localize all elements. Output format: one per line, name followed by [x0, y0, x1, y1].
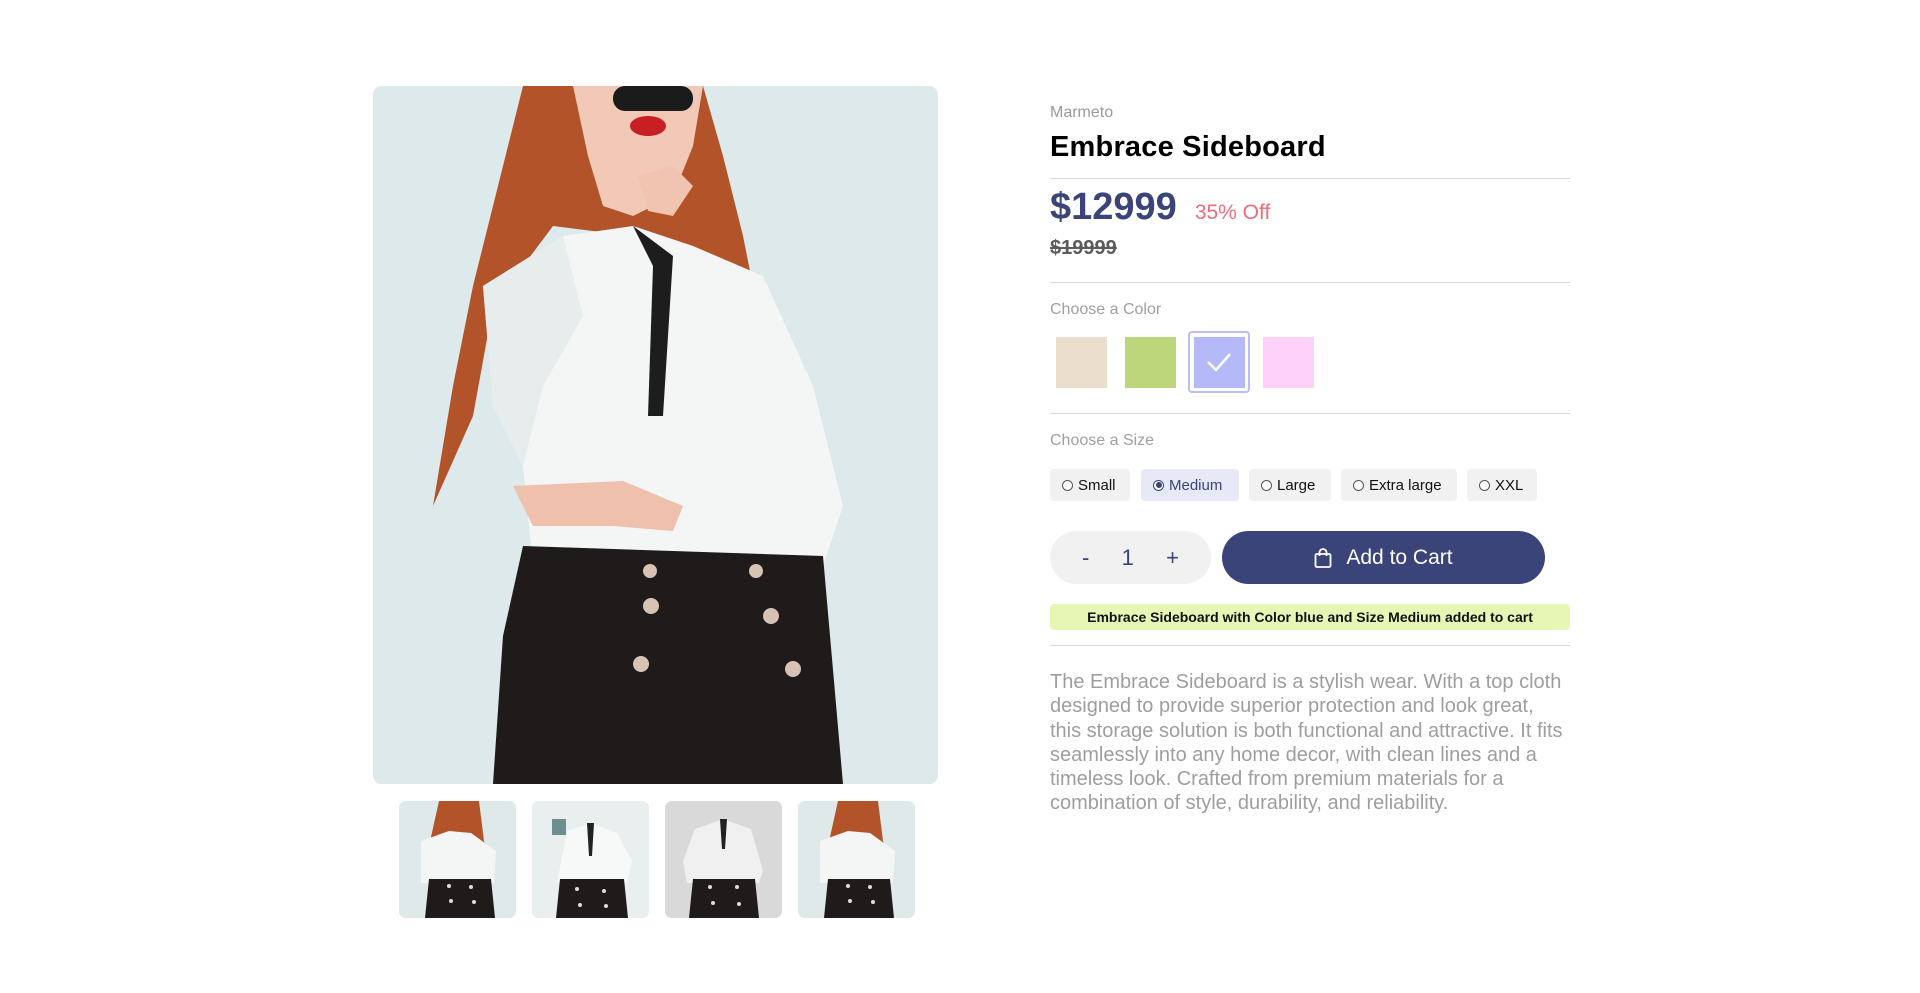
thumbnail-4[interactable]: [798, 801, 915, 918]
size-option-label: Extra large: [1369, 476, 1442, 494]
divider: [1050, 645, 1570, 646]
discount-badge: 35% Off: [1194, 201, 1271, 224]
color-swatch-beige[interactable]: [1050, 331, 1112, 393]
radio-button[interactable]: [1479, 479, 1490, 491]
size-option-label: Small: [1078, 476, 1116, 494]
size-option-label: Medium: [1169, 476, 1223, 494]
checkmark-icon: [1207, 353, 1231, 372]
radio-button[interactable]: [1062, 479, 1073, 491]
increase-quantity-button[interactable]: +: [1156, 545, 1189, 571]
size-option-extra-large[interactable]: Extra large: [1341, 469, 1457, 501]
size-option-label: Large: [1277, 476, 1316, 494]
color-swatch-pink[interactable]: [1257, 331, 1319, 393]
color-swatch-blue[interactable]: [1188, 331, 1250, 393]
divider: [1050, 413, 1570, 414]
radio-button[interactable]: [1153, 479, 1164, 491]
shopping-bag-icon: [1314, 547, 1332, 568]
divider: [1050, 178, 1570, 179]
radio-button[interactable]: [1261, 479, 1272, 491]
price-row: $12999 35% Off: [1050, 186, 1270, 229]
decrease-quantity-button[interactable]: -: [1072, 545, 1099, 571]
add-to-cart-button[interactable]: Add to Cart: [1222, 531, 1545, 584]
product-main-image: [373, 86, 938, 784]
color-swatch-green[interactable]: [1119, 331, 1181, 393]
size-option-label: XXL: [1495, 476, 1524, 494]
divider: [1050, 282, 1570, 283]
product-description: The Embrace Sideboard is a stylish wear.…: [1050, 671, 1563, 815]
sale-price: $12999: [1050, 186, 1177, 228]
product-title: Embrace Sideboard: [1050, 131, 1326, 163]
cart-notification: Embrace Sideboard with Color blue and Si…: [1050, 604, 1570, 630]
size-option-xxl[interactable]: XXL: [1467, 469, 1537, 501]
thumbnail-strip: [399, 801, 915, 918]
compare-at-price: $19999: [1050, 237, 1117, 259]
radio-button[interactable]: [1353, 479, 1364, 491]
thumbnail-2[interactable]: [532, 801, 649, 918]
quantity-value: 1: [1121, 544, 1134, 570]
color-label: Choose a Color: [1050, 301, 1162, 318]
size-option-small[interactable]: Small: [1050, 469, 1130, 501]
thumbnail-3[interactable]: [665, 801, 782, 918]
add-to-cart-label: Add to Cart: [1346, 545, 1453, 569]
size-option-large[interactable]: Large: [1249, 469, 1331, 501]
vendor-name: Marmeto: [1050, 104, 1114, 121]
thumbnail-1[interactable]: [399, 801, 516, 918]
size-option-medium[interactable]: Medium: [1141, 469, 1239, 501]
quantity-stepper: - 1 +: [1050, 531, 1211, 584]
size-label: Choose a Size: [1050, 432, 1155, 449]
